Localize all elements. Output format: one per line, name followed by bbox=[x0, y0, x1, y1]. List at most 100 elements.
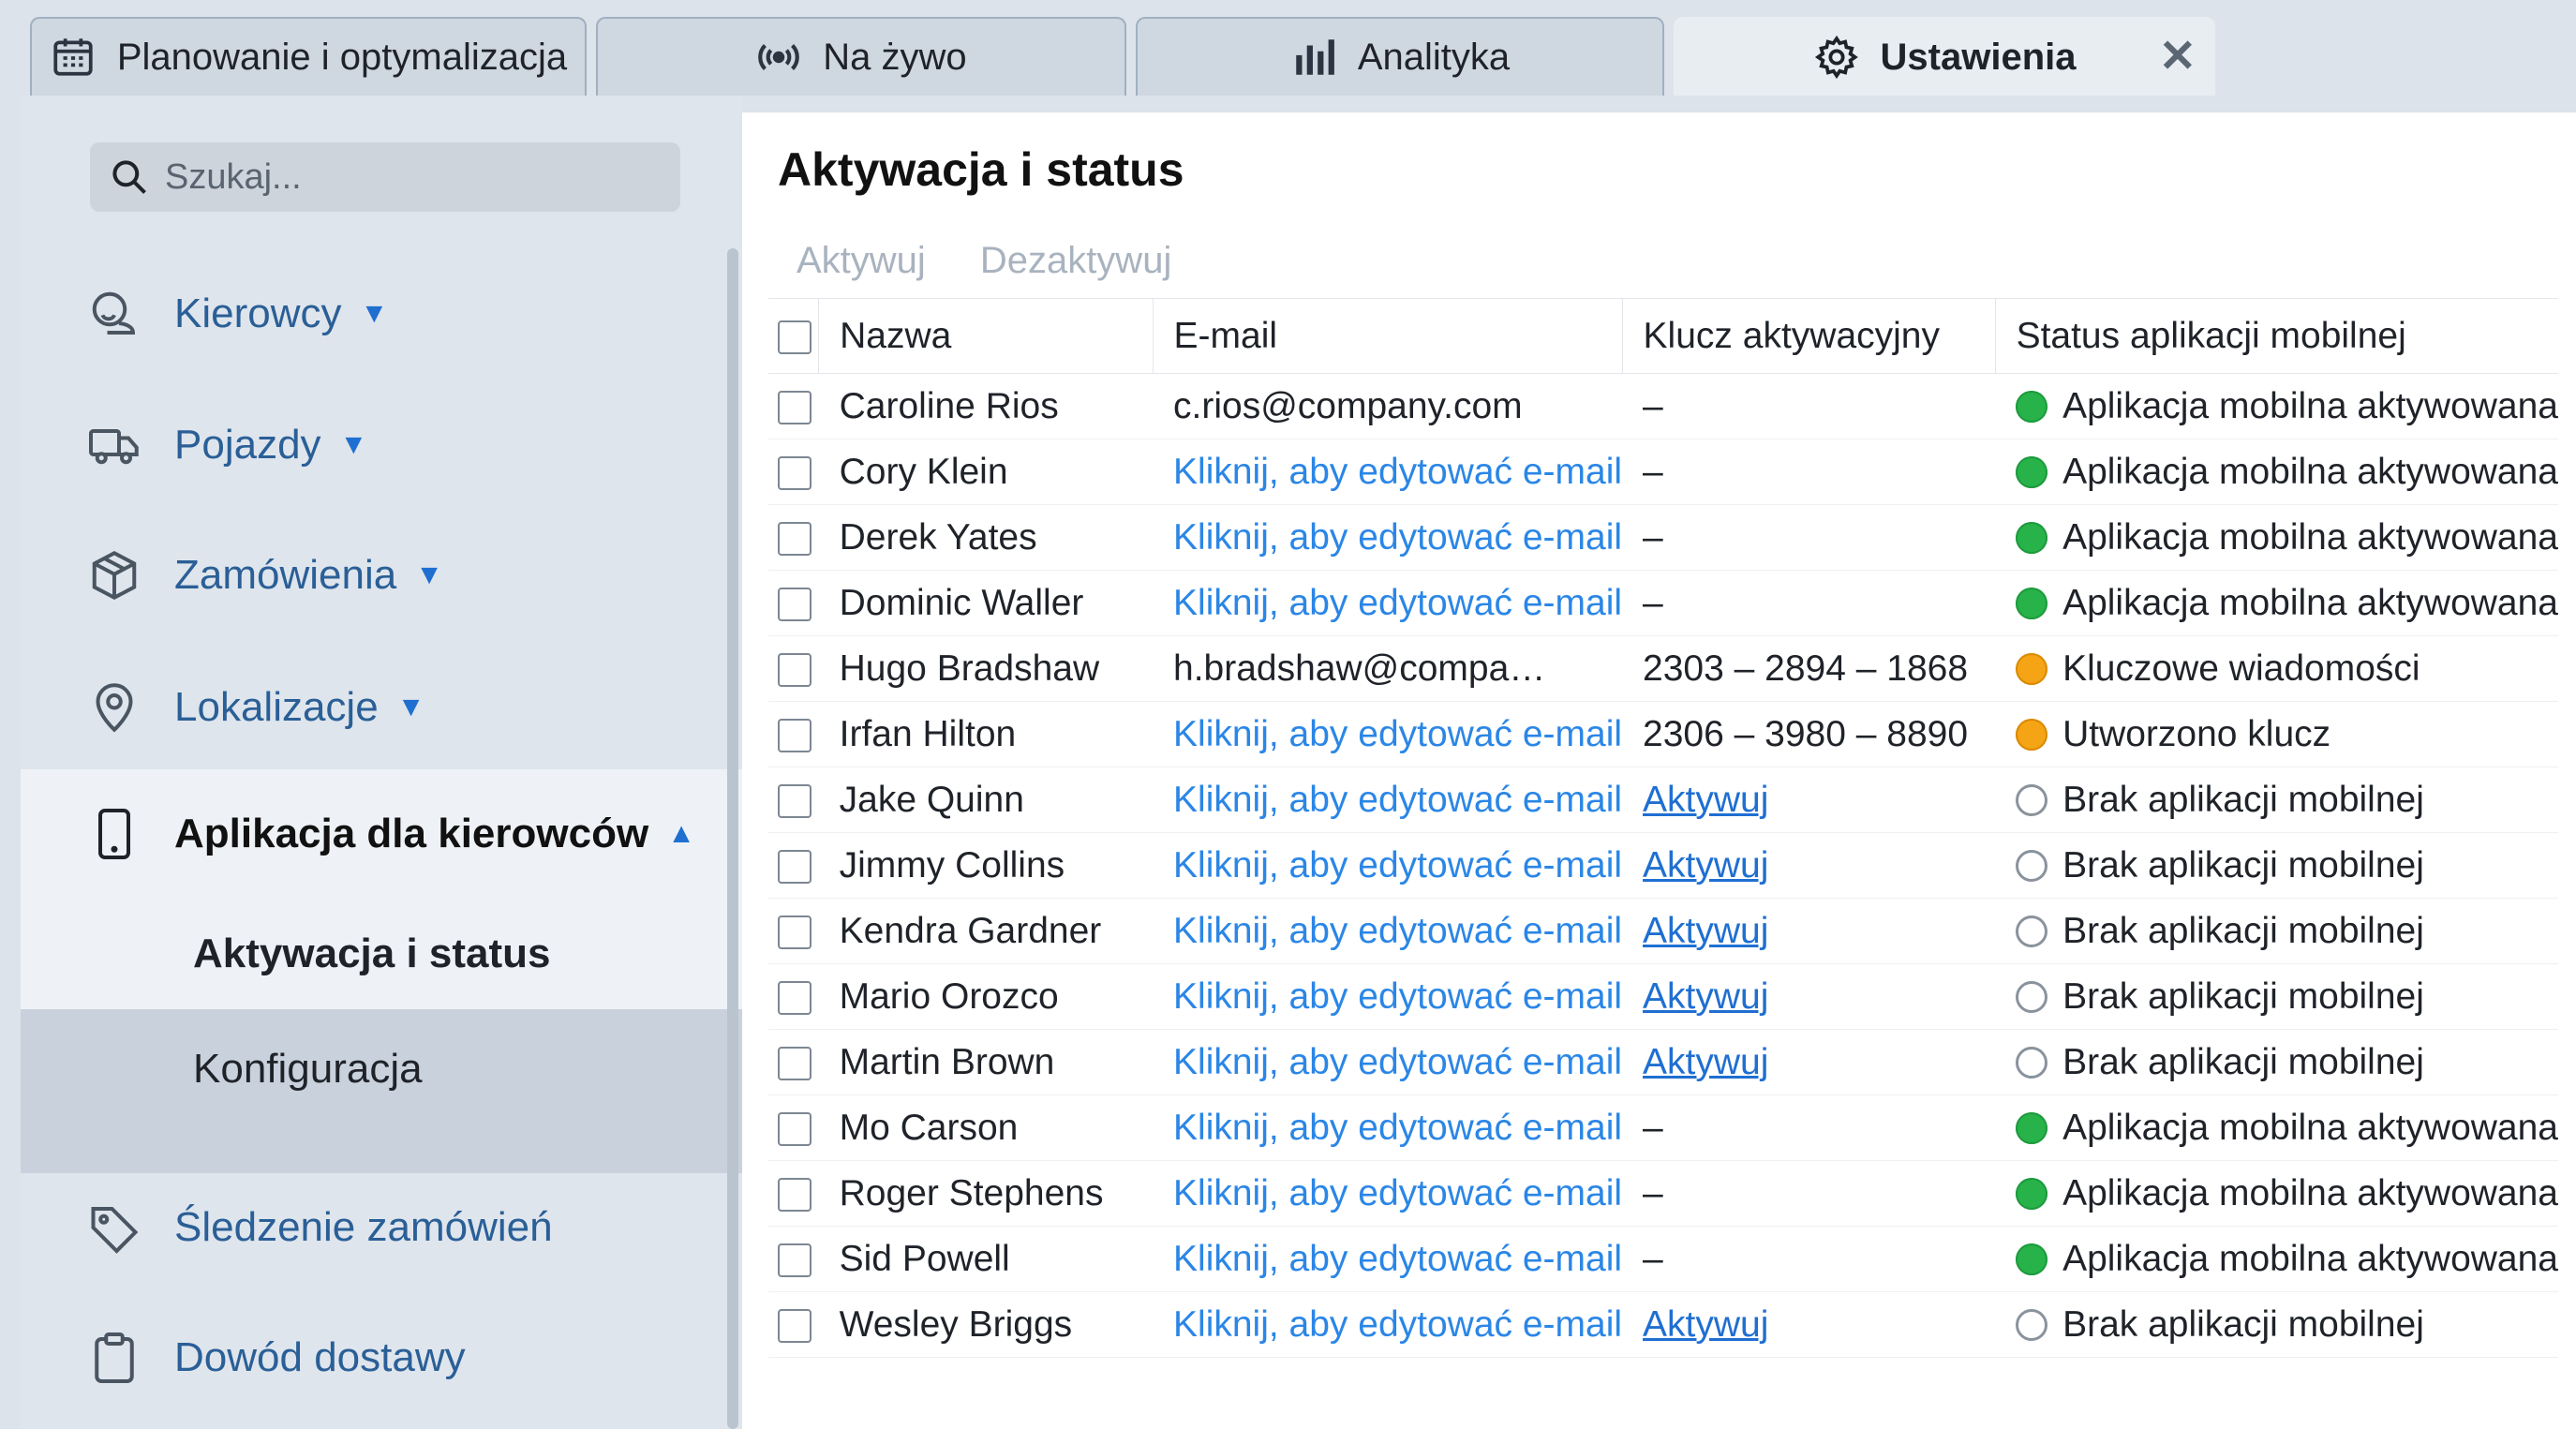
cell-email: c.rios@company.com bbox=[1153, 373, 1623, 439]
table-row[interactable]: Roger Stephens Kliknij, aby edytować e-ma… bbox=[768, 1160, 2558, 1227]
edit-email-link[interactable]: Kliknij, aby edytować e-mail bbox=[1173, 1042, 1622, 1082]
row-checkbox[interactable] bbox=[778, 915, 812, 950]
status-dot-icon bbox=[2016, 980, 2048, 1013]
tab-settings-label: Ustawienia bbox=[1880, 36, 2077, 78]
status-dot-icon bbox=[2016, 1177, 2048, 1210]
row-checkbox[interactable] bbox=[778, 522, 812, 557]
sidebar-item-locations[interactable]: Lokalizacje ▼ bbox=[21, 651, 742, 764]
table-row[interactable]: Cory Klein Kliknij, aby edytować e-mail – A… bbox=[768, 439, 2558, 505]
select-all-checkbox[interactable] bbox=[778, 320, 812, 355]
table-row[interactable]: Irfan Hilton Kliknij, aby edytować e-mail… bbox=[768, 701, 2558, 767]
row-checkbox[interactable] bbox=[778, 981, 812, 1016]
subitem-configuration[interactable]: Konfiguracja bbox=[21, 1009, 742, 1129]
activate-link[interactable]: Aktywuj bbox=[1643, 976, 1768, 1017]
edit-email-link[interactable]: Kliknij, aby edytować e-mail bbox=[1173, 780, 1622, 820]
activate-link[interactable]: Aktywuj bbox=[1643, 1304, 1768, 1345]
table-row[interactable]: Hugo Bradshaw h.bradshaw@compa… 2303 – 289… bbox=[768, 635, 2558, 702]
edit-email-link[interactable]: Kliknij, aby edytować e-mail bbox=[1173, 911, 1622, 951]
row-checkbox[interactable] bbox=[778, 1309, 812, 1344]
status-text: Brak aplikacji mobilnej bbox=[2062, 910, 2424, 951]
cell-key: 2306 – 3980 – 8890 bbox=[1622, 701, 1996, 767]
cell-name: Caroline Rios bbox=[818, 373, 1154, 439]
activate-link[interactable]: Aktywuj bbox=[1643, 1042, 1768, 1082]
row-checkbox[interactable] bbox=[778, 850, 812, 885]
column-header-email[interactable]: E-mail bbox=[1152, 298, 1623, 374]
row-checkbox-cell bbox=[768, 1226, 819, 1292]
edit-email-link[interactable]: Kliknij, aby edytować e-mail bbox=[1173, 1173, 1622, 1213]
sidebar-item-vehicles[interactable]: Pojazdy ▼ bbox=[21, 389, 742, 501]
search-input[interactable] bbox=[165, 156, 652, 198]
cell-key: Aktywuj bbox=[1622, 963, 1996, 1030]
cell-email: Kliknij, aby edytować e-mail bbox=[1153, 767, 1623, 833]
sidebar-item-label: Śledzenie zamówień bbox=[174, 1204, 553, 1250]
cell-email: Kliknij, aby edytować e-mail bbox=[1153, 1160, 1623, 1227]
table-row[interactable]: Martin Brown Kliknij, aby edytować e-mail… bbox=[768, 1029, 2558, 1095]
sidebar-item-driver-app[interactable]: Aplikacja dla kierowców ▲ bbox=[21, 769, 742, 899]
cell-email: Kliknij, aby edytować e-mail bbox=[1153, 963, 1623, 1030]
subitem-label: Aktywacja i status bbox=[193, 930, 551, 976]
cell-key: – bbox=[1622, 439, 1996, 505]
edit-email-link[interactable]: Kliknij, aby edytować e-mail bbox=[1173, 845, 1622, 886]
sidebar-item-orders[interactable]: Zamówienia ▼ bbox=[21, 519, 742, 632]
cell-name: Hugo Bradshaw bbox=[818, 635, 1154, 702]
close-icon[interactable]: ✕ bbox=[2159, 35, 2196, 80]
row-checkbox[interactable] bbox=[778, 784, 812, 819]
sidebar-scrollbar[interactable] bbox=[727, 248, 738, 1429]
column-header-status[interactable]: Status aplikacji mobilnej bbox=[1994, 298, 2558, 374]
edit-email-link[interactable]: Kliknij, aby edytować e-mail bbox=[1173, 1239, 1622, 1279]
cell-email: h.bradshaw@compa… bbox=[1153, 635, 1623, 702]
activation-key: – bbox=[1643, 385, 1663, 426]
activate-link[interactable]: Aktywuj bbox=[1643, 845, 1768, 886]
tab-live[interactable]: Na żywo bbox=[596, 17, 1126, 96]
sidebar-item-drivers[interactable]: Kierowcy ▼ bbox=[21, 258, 742, 370]
edit-email-link[interactable]: Kliknij, aby edytować e-mail bbox=[1173, 1304, 1622, 1345]
tab-analytics[interactable]: Analityka bbox=[1136, 17, 1664, 96]
row-checkbox[interactable] bbox=[778, 1047, 812, 1081]
table-row[interactable]: Mo Carson Kliknij, aby edytować e-mail – Ap… bbox=[768, 1094, 2558, 1161]
table-row[interactable]: Caroline Rios c.rios@company.com – Aplikacj… bbox=[768, 373, 2558, 439]
activate-link[interactable]: Aktywuj bbox=[1643, 780, 1768, 820]
row-checkbox[interactable] bbox=[778, 456, 812, 491]
tab-settings[interactable]: Ustawienia ✕ bbox=[1674, 17, 2215, 96]
table-row[interactable]: Mario Orozco Kliknij, aby edytować e-mail… bbox=[768, 963, 2558, 1030]
table-row[interactable]: Jake Quinn Kliknij, aby edytować e-mail Ak… bbox=[768, 767, 2558, 833]
cell-key: Aktywuj bbox=[1622, 767, 1996, 833]
row-checkbox[interactable] bbox=[778, 1112, 812, 1147]
activate-button[interactable]: Aktywuj bbox=[797, 240, 926, 282]
row-checkbox[interactable] bbox=[778, 1178, 812, 1213]
edit-email-link[interactable]: Kliknij, aby edytować e-mail bbox=[1173, 517, 1622, 558]
cell-key: – bbox=[1622, 1226, 1996, 1292]
table-row[interactable]: Kendra Gardner Kliknij, aby edytować e-ma… bbox=[768, 898, 2558, 964]
row-checkbox[interactable] bbox=[778, 719, 812, 753]
truck-icon bbox=[89, 429, 139, 465]
column-header-name[interactable]: Nazwa bbox=[818, 298, 1154, 374]
row-checkbox[interactable] bbox=[778, 653, 812, 688]
column-header-key[interactable]: Klucz aktywacyjny bbox=[1621, 298, 1996, 374]
activation-key: – bbox=[1643, 1172, 1663, 1213]
table-row[interactable]: Derek Yates Kliknij, aby edytować e-mail –… bbox=[768, 504, 2558, 571]
status-text: Brak aplikacji mobilnej bbox=[2062, 779, 2424, 820]
deactivate-button[interactable]: Dezaktywuj bbox=[980, 240, 1172, 282]
table-row[interactable]: Jimmy Collins Kliknij, aby edytować e-mai… bbox=[768, 832, 2558, 899]
edit-email-link[interactable]: Kliknij, aby edytować e-mail bbox=[1173, 452, 1622, 492]
row-checkbox-cell bbox=[768, 767, 819, 833]
table-row[interactable]: Wesley Briggs Kliknij, aby edytować e-mai… bbox=[768, 1291, 2558, 1358]
edit-email-link[interactable]: Kliknij, aby edytować e-mail bbox=[1173, 583, 1622, 623]
status-dot-icon bbox=[2016, 783, 2048, 816]
activate-link[interactable]: Aktywuj bbox=[1643, 911, 1768, 951]
edit-email-link[interactable]: Kliknij, aby edytować e-mail bbox=[1173, 714, 1622, 754]
status-dot-icon bbox=[2016, 521, 2048, 554]
subitem-activation-status[interactable]: Aktywacja i status bbox=[21, 899, 742, 1009]
table-row[interactable]: Dominic Waller Kliknij, aby edytować e-ma… bbox=[768, 570, 2558, 636]
row-checkbox[interactable] bbox=[778, 1243, 812, 1278]
table-row[interactable]: Sid Powell Kliknij, aby edytować e-mail – A… bbox=[768, 1226, 2558, 1292]
edit-email-link[interactable]: Kliknij, aby edytować e-mail bbox=[1173, 976, 1622, 1017]
sidebar-item-proof-of-delivery[interactable]: Dowód dostawy bbox=[21, 1302, 742, 1414]
search-box bbox=[90, 142, 680, 212]
sidebar-item-order-tracking[interactable]: Śledzenie zamówień bbox=[21, 1171, 742, 1284]
edit-email-link[interactable]: Kliknij, aby edytować e-mail bbox=[1173, 1108, 1622, 1148]
row-checkbox[interactable] bbox=[778, 391, 812, 425]
cell-status: Brak aplikacji mobilnej bbox=[1995, 898, 2558, 964]
row-checkbox[interactable] bbox=[778, 588, 812, 622]
tab-planning[interactable]: Planowanie i optymalizacja bbox=[30, 17, 587, 96]
